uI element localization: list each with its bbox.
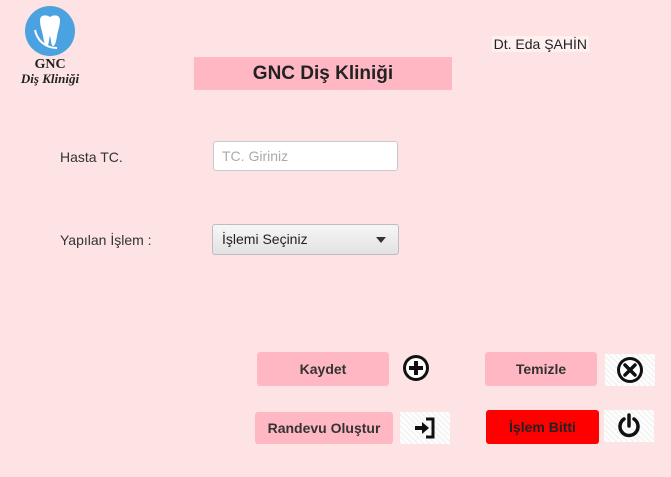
islem-select[interactable]: İşlemi Seçiniz <box>212 224 399 255</box>
page-title: GNC Diş Kliniği <box>194 57 452 90</box>
islem-label: Yapılan İşlem : <box>60 232 152 248</box>
randevu-olustur-button[interactable]: Randevu Oluştur <box>255 412 393 444</box>
tc-label: Hasta TC. <box>60 149 123 165</box>
islem-select-value: İşlemi Seçiniz <box>222 231 308 247</box>
doctor-name: Dt. Eda ŞAHİN <box>491 36 589 52</box>
tc-input[interactable] <box>213 141 398 171</box>
chevron-down-icon <box>376 237 386 243</box>
power-icon[interactable] <box>604 410 654 442</box>
temizle-button[interactable]: Temizle <box>485 352 597 386</box>
logo-text-gnc: GNC <box>34 57 66 72</box>
clinic-logo: GNC Diş Kliniği <box>14 6 86 94</box>
logo-text-klinik: Diş Kliniği <box>20 71 80 86</box>
tooth-icon <box>25 6 75 56</box>
kaydet-button[interactable]: Kaydet <box>257 352 389 386</box>
sign-in-icon[interactable] <box>400 412 450 444</box>
x-circle-icon[interactable] <box>605 354 655 386</box>
plus-circle-icon[interactable] <box>393 352 439 384</box>
islem-bitti-button[interactable]: İşlem Bitti <box>486 410 599 444</box>
